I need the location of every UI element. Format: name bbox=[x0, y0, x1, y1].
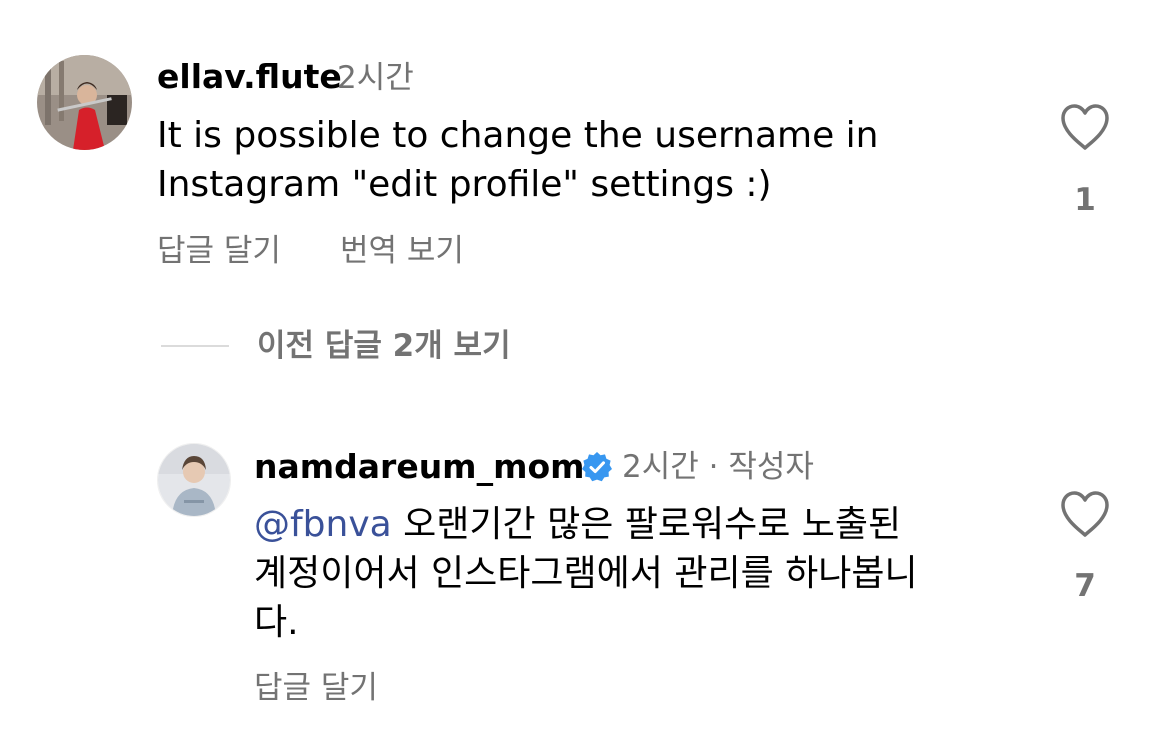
see-translation-button[interactable]: 번역 보기 bbox=[340, 231, 464, 271]
reply-button[interactable]: 답글 달기 bbox=[157, 231, 281, 271]
comment-text-line: 다. bbox=[254, 602, 299, 643]
view-previous-replies-button[interactable]: 이전 답글 2개 보기 bbox=[257, 326, 511, 366]
reply-button[interactable]: 답글 달기 bbox=[254, 668, 378, 708]
view-replies-prefix: 이전 답글 bbox=[257, 328, 393, 364]
mention-link[interactable]: @fbnva bbox=[254, 504, 392, 545]
replies-divider bbox=[161, 345, 229, 347]
avatar[interactable] bbox=[37, 55, 132, 150]
verified-badge-icon bbox=[582, 452, 612, 482]
comment-text-line: It is possible to change the username in bbox=[157, 115, 879, 156]
comment-timestamp: 2시간 bbox=[337, 60, 414, 96]
comment-time: 2시간 bbox=[622, 449, 699, 485]
comment-text-line: @fbnva 오랜기간 많은 팔로워수로 노출된 bbox=[254, 500, 918, 549]
comment-text: @fbnva 오랜기간 많은 팔로워수로 노출된 계정이어서 인스타그램에서 관… bbox=[254, 500, 918, 647]
like-count: 7 bbox=[1074, 568, 1096, 604]
avatar[interactable] bbox=[157, 443, 231, 517]
heart-outline-icon[interactable] bbox=[1059, 490, 1111, 538]
comment-text-segment: 오랜기간 많은 팔로워수로 노출된 bbox=[391, 504, 902, 545]
comment-username[interactable]: ellav.flute bbox=[157, 57, 342, 97]
comment-timestamp: 2시간 · 작성자 bbox=[622, 447, 814, 487]
author-tag: · 작성자 bbox=[708, 449, 814, 485]
heart-outline-icon[interactable] bbox=[1059, 103, 1111, 151]
view-replies-suffix: 개 보기 bbox=[414, 328, 511, 364]
like-count: 1 bbox=[1074, 182, 1096, 218]
comment-text-line: Instagram "edit profile" settings :) bbox=[157, 164, 772, 205]
comment-text: It is possible to change the username in… bbox=[157, 111, 879, 209]
comments-thread: ellav.flute 2시간 It is possible to change… bbox=[0, 0, 1170, 740]
view-replies-count: 2 bbox=[392, 328, 415, 364]
comment-username[interactable]: namdareum_mom bbox=[254, 447, 585, 487]
comment-text-line: 계정이어서 인스타그램에서 관리를 하나봅니 bbox=[254, 553, 918, 594]
